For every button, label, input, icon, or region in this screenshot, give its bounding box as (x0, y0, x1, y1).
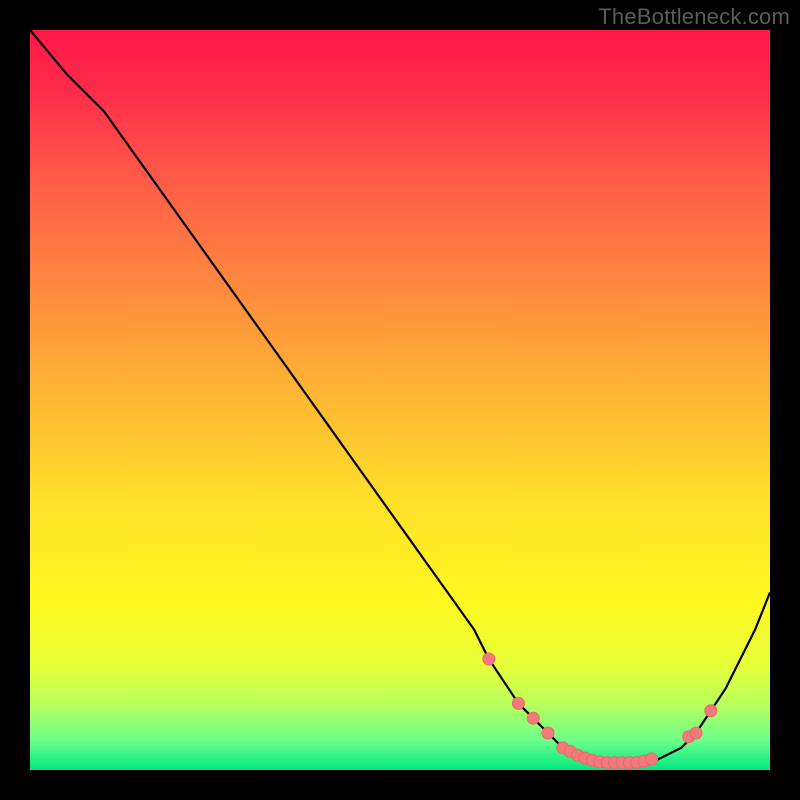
chart-frame: TheBottleneck.com (0, 0, 800, 800)
chart-svg (30, 30, 770, 770)
marker-point (705, 705, 717, 717)
marker-group (483, 653, 717, 769)
marker-point (512, 697, 524, 709)
plot-area (30, 30, 770, 770)
watermark-text: TheBottleneck.com (598, 4, 790, 30)
marker-point (690, 727, 702, 739)
marker-point (483, 653, 495, 665)
marker-point (646, 753, 658, 765)
marker-point (527, 712, 539, 724)
marker-point (542, 727, 554, 739)
bottleneck-curve (30, 30, 770, 763)
